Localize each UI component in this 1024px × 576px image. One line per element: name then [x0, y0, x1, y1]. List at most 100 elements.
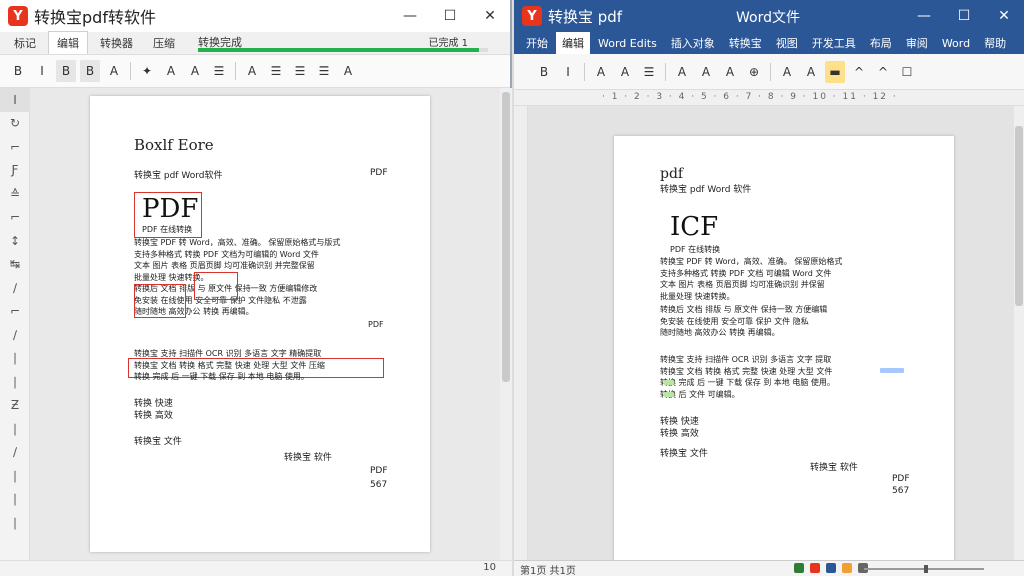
doc-subheading: 转换宝 pdf Word 软件 — [660, 185, 752, 195]
zoom-icon[interactable]: ∣ — [0, 370, 30, 394]
doc-page-num-b: 567 — [892, 486, 910, 496]
tab-mark[interactable]: 标记 — [6, 32, 44, 54]
minimize-button[interactable]: — — [904, 0, 944, 32]
format-button[interactable]: A — [185, 60, 205, 82]
doc-page-num-a: PDF — [892, 474, 910, 484]
arrow-icon[interactable]: ∣ — [0, 511, 30, 535]
close-button[interactable]: ✕ — [470, 0, 510, 32]
format-toolbar: B I A A ☰ A A A ⊕ A A ▬ ^ ^ ☐ — [514, 54, 1024, 90]
tab-compress[interactable]: 压缩 — [145, 32, 183, 54]
format-button[interactable]: A — [777, 61, 797, 83]
status-bar: 第1页 共1页 — [514, 560, 1024, 576]
annotation-box[interactable] — [194, 272, 238, 300]
format-button[interactable]: ☰ — [266, 60, 286, 82]
status-app-icon[interactable] — [794, 563, 804, 573]
ribbon-tab[interactable]: Word Edits — [592, 34, 663, 53]
format-button[interactable]: A — [801, 61, 821, 83]
ribbon-tab[interactable]: 帮助 — [978, 32, 1012, 54]
close-button[interactable]: ✕ — [984, 0, 1024, 32]
document-canvas: Boxlf Eore 转换宝 pdf Word软件 PDF PDF PDF 在线… — [30, 88, 500, 560]
stamp-icon[interactable]: ≙ — [0, 182, 30, 206]
link-icon[interactable]: ↹ — [0, 253, 30, 277]
status-app-icon[interactable] — [826, 563, 836, 573]
format-button[interactable]: A — [720, 61, 740, 83]
ribbon-tab[interactable]: 布局 — [864, 32, 898, 54]
zoom-slider[interactable] — [864, 565, 984, 573]
crop-icon[interactable]: ⌐ — [0, 206, 30, 230]
format-button[interactable]: A — [161, 60, 181, 82]
horizontal-ruler: · 1 · 2 · 3 · 4 · 5 · 6 · 7 · 8 · 9 · 10… — [514, 90, 1024, 106]
annotation-box[interactable] — [134, 284, 186, 318]
format-button[interactable]: ▬ — [825, 60, 845, 83]
erase-icon[interactable]: ∣ — [0, 488, 30, 512]
format-button[interactable]: B — [534, 61, 554, 83]
doc-para1-right: PDF — [368, 320, 384, 329]
format-button[interactable]: A — [615, 61, 635, 83]
doc-text-line: 转换宝 文档 转换 格式 完整 快速 处理 大型 文件 压缩 — [134, 360, 325, 370]
doc-text-line: 转换宝 支持 扫描件 OCR 识别 多语言 文字 提取 — [660, 355, 832, 364]
status-app-icon[interactable] — [842, 563, 852, 573]
annotation-box[interactable] — [134, 192, 202, 238]
format-button[interactable]: I — [32, 60, 52, 82]
format-button[interactable]: ⊕ — [744, 61, 764, 83]
shape-icon[interactable]: ⌐ — [0, 300, 30, 324]
format-button[interactable]: A — [104, 60, 124, 82]
format-button[interactable]: I — [558, 61, 578, 83]
rotate-icon[interactable]: ∣ — [0, 417, 30, 441]
format-button[interactable]: A — [672, 61, 692, 83]
doc-footer-label: 转换宝 文件 — [134, 437, 182, 447]
hand-icon[interactable]: Ƶ — [0, 394, 30, 418]
ribbon-tab[interactable]: Word — [936, 34, 976, 53]
vertical-scrollbar[interactable] — [500, 88, 512, 560]
format-button[interactable]: A — [338, 60, 358, 82]
ribbon-tab[interactable]: 视图 — [770, 32, 804, 54]
format-button[interactable]: ☐ — [897, 61, 917, 83]
doc-center-label: 转换宝 软件 — [284, 453, 332, 463]
ribbon-tab[interactable]: 插入对象 — [665, 32, 721, 54]
format-button[interactable]: A — [591, 61, 611, 83]
doc-text-line: 随时随地 高效办公 转换 再编辑。 — [660, 328, 780, 337]
format-button[interactable]: ☰ — [209, 60, 229, 82]
font-icon[interactable]: Ƒ — [0, 159, 30, 183]
format-button[interactable]: A — [696, 61, 716, 83]
format-button[interactable]: ✦ — [137, 60, 157, 82]
format-button[interactable]: ^ — [849, 61, 869, 83]
tab-edit[interactable]: 编辑 — [48, 31, 88, 54]
ribbon-tab[interactable]: 编辑 — [556, 32, 590, 54]
ribbon-tab[interactable]: 转换宝 — [723, 32, 768, 54]
ribbon-tab[interactable]: 审阅 — [900, 32, 934, 54]
ruler-icon[interactable]: ∕ — [0, 441, 30, 465]
format-button[interactable]: B — [8, 60, 28, 82]
doc-text-line: 支持多种格式 转换 PDF 文档 可编辑 Word 文件 — [660, 268, 832, 278]
ribbon-tab[interactable]: 开发工具 — [806, 32, 862, 54]
format-button[interactable]: ☰ — [639, 61, 659, 83]
select-icon[interactable]: ↻ — [0, 112, 30, 136]
doc-text-line: 转换后 文档 排版 与 原文件 保持一致 方便编辑 — [660, 305, 828, 314]
minimize-button[interactable]: — — [390, 0, 430, 32]
format-toolbar: B I B B A ✦ A A ☰ A ☰ ☰ ☰ A — [0, 54, 510, 88]
status-app-icon[interactable] — [810, 563, 820, 573]
pen-icon[interactable]: ∕ — [0, 276, 30, 300]
format-button[interactable]: ^ — [873, 61, 893, 83]
ruler-ticks: · 1 · 2 · 3 · 4 · 5 · 6 · 7 · 8 · 9 · 10… — [602, 92, 898, 102]
format-button[interactable]: B — [80, 60, 100, 82]
tab-converter[interactable]: 转换器 — [92, 32, 141, 54]
doc-text-line: 支持多种格式 转换 PDF 文档为可编辑的 Word 文件 — [134, 249, 319, 259]
format-button[interactable]: B — [56, 60, 76, 82]
format-button[interactable]: ☰ — [290, 60, 310, 82]
doc-logo: pdf — [660, 166, 684, 182]
mark-icon[interactable]: ∣ — [0, 464, 30, 488]
doc-list-item: 转换 高效 — [660, 429, 699, 439]
ribbon-tab[interactable]: 开始 — [520, 32, 554, 54]
maximize-button[interactable]: ☐ — [430, 0, 470, 32]
note-icon[interactable]: ∣ — [0, 347, 30, 371]
format-button[interactable]: A — [242, 60, 262, 82]
measure-icon[interactable]: ↕ — [0, 229, 30, 253]
doc-text-line: 文本 图片 表格 页眉页脚 均可准确识别 并完整保留 — [134, 261, 315, 270]
maximize-button[interactable]: ☐ — [944, 0, 984, 32]
cursor-icon[interactable]: Ⅰ — [0, 88, 30, 112]
line-icon[interactable]: ∕ — [0, 323, 30, 347]
text-icon[interactable]: ⌐ — [0, 135, 30, 159]
vertical-scrollbar[interactable] — [1014, 106, 1024, 560]
format-button[interactable]: ☰ — [314, 60, 334, 82]
